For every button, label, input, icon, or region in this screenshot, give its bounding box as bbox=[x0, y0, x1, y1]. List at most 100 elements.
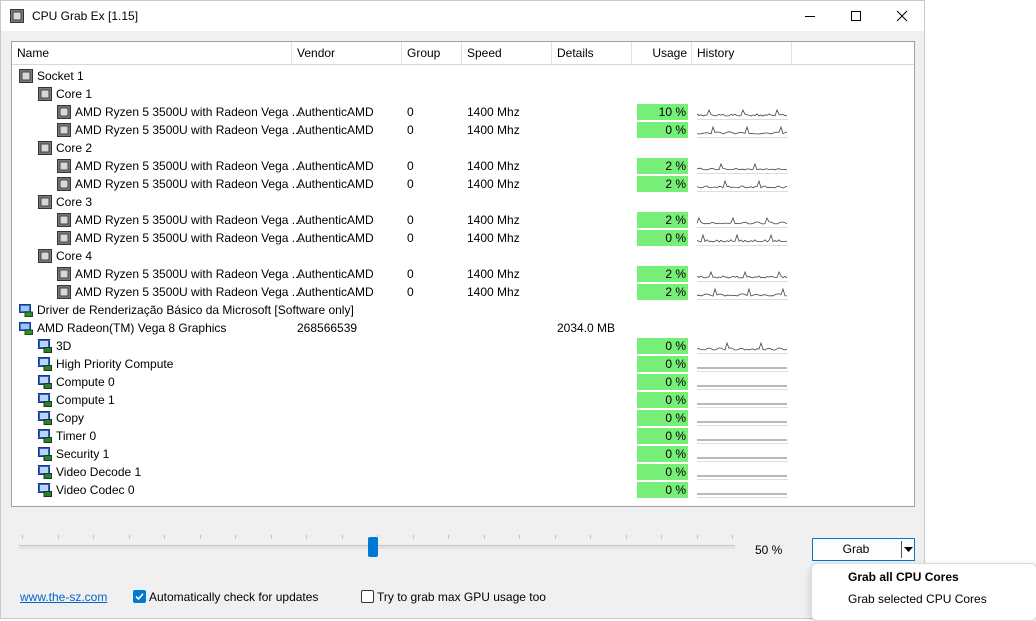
slider-tick bbox=[519, 535, 520, 539]
tree-row[interactable]: 3D 0 % bbox=[12, 337, 914, 355]
history-sparkline bbox=[697, 493, 788, 498]
row-speed: 1400 Mhz bbox=[467, 177, 520, 191]
maximize-icon bbox=[851, 11, 861, 21]
row-vendor: AuthenticAMD bbox=[297, 177, 374, 191]
grab-split-button[interactable]: Grab bbox=[812, 538, 915, 561]
row-group: 0 bbox=[407, 285, 414, 299]
tree-row[interactable]: AMD Ryzen 5 3500U with Radeon Vega ... Au… bbox=[12, 229, 914, 247]
usage-bar: 0 % bbox=[637, 410, 688, 426]
column-vendor[interactable]: Vendor bbox=[292, 42, 402, 64]
tree-row[interactable]: AMD Ryzen 5 3500U with Radeon Vega ... Au… bbox=[12, 211, 914, 229]
slider-tick bbox=[199, 535, 201, 539]
row-name: AMD Ryzen 5 3500U with Radeon Vega ... bbox=[75, 213, 302, 227]
slider-thumb[interactable] bbox=[368, 537, 378, 557]
chevron-down-icon[interactable] bbox=[904, 547, 913, 553]
tree-row[interactable]: Security 1 0 % bbox=[12, 445, 914, 463]
row-vendor: 268566539 bbox=[297, 321, 358, 335]
row-name: Copy bbox=[56, 411, 85, 425]
row-name: Compute 0 bbox=[56, 375, 115, 389]
row-name: Timer 0 bbox=[56, 429, 97, 443]
gpu-engine-icon bbox=[38, 339, 52, 353]
grab-dropdown-menu: Grab all CPU Cores Grab selected CPU Cor… bbox=[811, 563, 1036, 621]
website-link[interactable]: www.the-sz.com bbox=[20, 590, 107, 604]
usage-slider[interactable] bbox=[19, 535, 735, 559]
grab-button[interactable]: Grab bbox=[813, 539, 899, 560]
slider-tick bbox=[661, 535, 662, 539]
row-name: 3D bbox=[56, 339, 72, 353]
slider-tick bbox=[732, 535, 733, 539]
slider-tick bbox=[412, 535, 414, 539]
auto-update-label: Automatically check for updates bbox=[149, 590, 319, 604]
row-name: AMD Ryzen 5 3500U with Radeon Vega ... bbox=[75, 231, 302, 245]
column-details[interactable]: Details bbox=[552, 42, 632, 64]
tree-row[interactable]: Video Decode 1 0 % bbox=[12, 463, 914, 481]
gpu-engine-icon bbox=[38, 465, 52, 479]
tree-row[interactable]: Core 4 bbox=[12, 247, 914, 265]
row-vendor: AuthenticAMD bbox=[297, 123, 374, 137]
tree-row[interactable]: AMD Ryzen 5 3500U with Radeon Vega ... Au… bbox=[12, 157, 914, 175]
monitor-icon bbox=[19, 322, 33, 335]
row-name: AMD Ryzen 5 3500U with Radeon Vega ... bbox=[75, 285, 302, 299]
maximize-button[interactable] bbox=[833, 1, 879, 31]
tree-row[interactable]: AMD Ryzen 5 3500U with Radeon Vega ... Au… bbox=[12, 265, 914, 283]
tree-row[interactable]: High Priority Compute 0 % bbox=[12, 355, 914, 373]
close-button[interactable] bbox=[879, 1, 925, 31]
chip-icon bbox=[57, 123, 71, 137]
row-vendor: AuthenticAMD bbox=[297, 267, 374, 281]
column-name[interactable]: Name bbox=[12, 42, 292, 64]
tree-row[interactable]: Compute 0 0 % bbox=[12, 373, 914, 391]
gpu-usage-checkbox[interactable]: Try to grab max GPU usage too bbox=[361, 589, 551, 605]
usage-bar: 0 % bbox=[637, 464, 688, 480]
slider-tick bbox=[306, 535, 307, 539]
slider-tick bbox=[270, 535, 272, 539]
tree-row[interactable]: Copy 0 % bbox=[12, 409, 914, 427]
column-speed[interactable]: Speed bbox=[462, 42, 552, 64]
chip-icon bbox=[57, 105, 71, 119]
menu-item-grab-selected[interactable]: Grab selected CPU Cores bbox=[848, 589, 987, 609]
close-icon bbox=[896, 10, 908, 22]
row-name: AMD Ryzen 5 3500U with Radeon Vega ... bbox=[75, 159, 302, 173]
column-usage[interactable]: Usage bbox=[632, 42, 692, 64]
tree-row[interactable]: Core 3 bbox=[12, 193, 914, 211]
row-speed: 1400 Mhz bbox=[467, 213, 520, 227]
tree-row[interactable]: Video Codec 0 0 % bbox=[12, 481, 914, 499]
row-vendor: AuthenticAMD bbox=[297, 159, 374, 173]
tree-row[interactable]: AMD Ryzen 5 3500U with Radeon Vega ... Au… bbox=[12, 103, 914, 121]
tree-row[interactable]: Timer 0 0 % bbox=[12, 427, 914, 445]
history-sparkline bbox=[697, 270, 788, 282]
history-sparkline bbox=[697, 179, 788, 192]
row-name: AMD Ryzen 5 3500U with Radeon Vega ... bbox=[75, 105, 302, 119]
tree-row[interactable]: Core 1 bbox=[12, 85, 914, 103]
history-sparkline bbox=[697, 125, 788, 138]
row-name: Video Codec 0 bbox=[56, 483, 135, 497]
checkbox-unchecked-icon[interactable] bbox=[361, 590, 374, 603]
column-header: Name Vendor Group Speed Details Usage Hi… bbox=[12, 42, 914, 64]
usage-bar: 0 % bbox=[637, 428, 688, 444]
chip-icon bbox=[38, 195, 52, 209]
tree-row[interactable]: Compute 1 0 % bbox=[12, 391, 914, 409]
tree-row[interactable]: Socket 1 bbox=[12, 67, 914, 85]
row-speed: 1400 Mhz bbox=[467, 231, 520, 245]
auto-update-checkbox[interactable]: Automatically check for updates bbox=[133, 589, 333, 605]
slider-tick bbox=[590, 535, 591, 539]
column-group[interactable]: Group bbox=[402, 42, 462, 64]
tree-row[interactable]: AMD Ryzen 5 3500U with Radeon Vega ... Au… bbox=[12, 121, 914, 139]
usage-bar: 0 % bbox=[637, 356, 688, 372]
column-history[interactable]: History bbox=[692, 42, 792, 64]
tree-row[interactable]: Driver de Renderização Básico da Microso… bbox=[12, 301, 914, 319]
history-sparkline bbox=[697, 233, 788, 246]
usage-bar: 2 % bbox=[637, 176, 688, 192]
slider-tick bbox=[235, 535, 236, 539]
row-group: 0 bbox=[407, 159, 414, 173]
tree-row[interactable]: AMD Ryzen 5 3500U with Radeon Vega ... Au… bbox=[12, 175, 914, 193]
tree-row[interactable]: AMD Radeon(TM) Vega 8 Graphics 268566539 2… bbox=[12, 319, 914, 337]
chip-icon bbox=[10, 9, 24, 23]
minimize-button[interactable] bbox=[787, 1, 833, 31]
menu-item-grab-all[interactable]: Grab all CPU Cores bbox=[848, 567, 959, 587]
chip-icon bbox=[57, 159, 71, 173]
tree-row[interactable]: AMD Ryzen 5 3500U with Radeon Vega ... Au… bbox=[12, 283, 914, 301]
checkbox-checked-icon[interactable] bbox=[133, 590, 146, 603]
device-tree-list[interactable]: Name Vendor Group Speed Details Usage Hi… bbox=[11, 41, 915, 507]
tree-row[interactable]: Core 2 bbox=[12, 139, 914, 157]
gpu-engine-icon bbox=[38, 447, 52, 461]
